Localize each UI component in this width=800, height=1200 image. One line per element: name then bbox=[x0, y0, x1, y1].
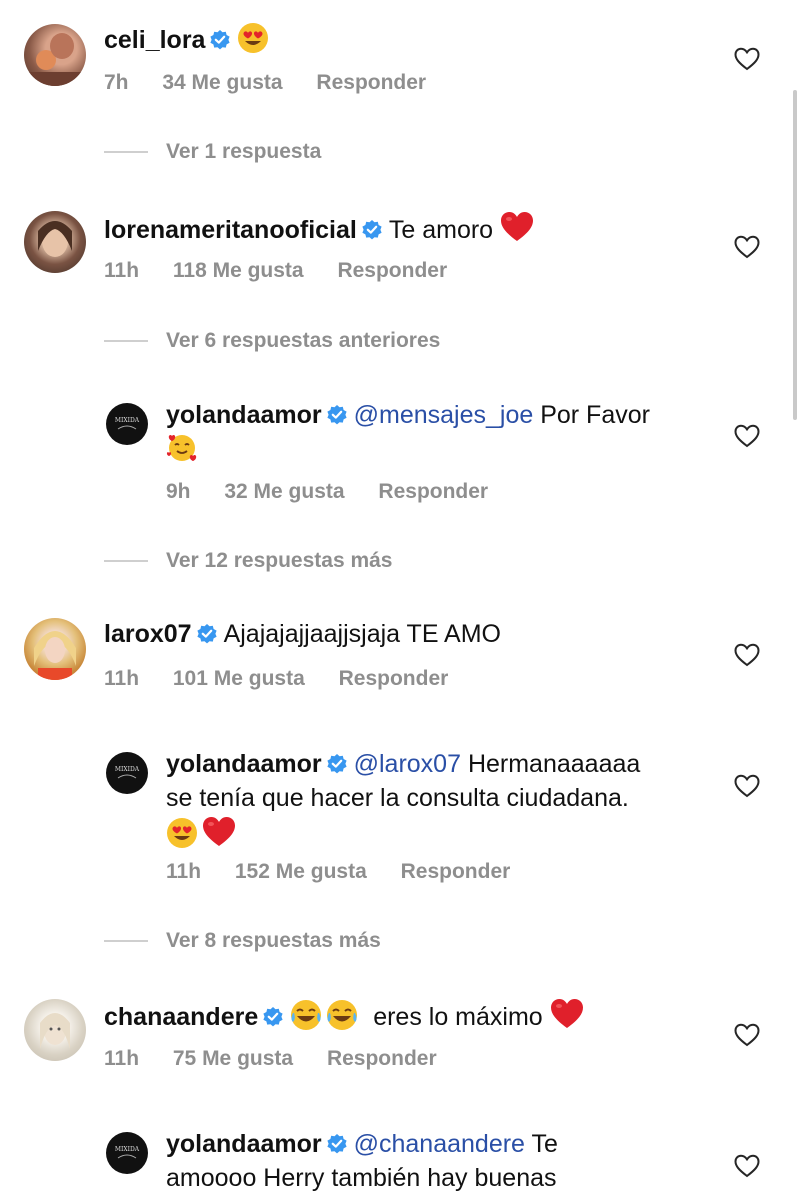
like-heart-icon[interactable] bbox=[734, 643, 760, 667]
reply-button[interactable]: Responder bbox=[378, 480, 488, 503]
reply-button[interactable]: Responder bbox=[339, 667, 449, 690]
username[interactable]: yolandaamor bbox=[166, 401, 322, 429]
view-replies-label: Ver 1 respuesta bbox=[166, 140, 322, 163]
comment-time: 11h bbox=[104, 667, 140, 690]
verified-icon bbox=[195, 623, 218, 645]
comment-text: Por Favor bbox=[540, 401, 650, 429]
like-count[interactable]: 32 Me gusta bbox=[224, 480, 344, 503]
heart-eyes-emoji-icon bbox=[167, 818, 197, 848]
reply-button[interactable]: Responder bbox=[401, 860, 511, 883]
like-heart-icon[interactable] bbox=[734, 424, 760, 448]
mention-link[interactable]: @larox07 bbox=[354, 750, 461, 778]
avatar[interactable]: MIXIDA bbox=[106, 752, 148, 794]
verified-icon bbox=[325, 404, 348, 426]
like-count[interactable]: 34 Me gusta bbox=[162, 71, 282, 94]
comment-text-line-2: amoooo Herry también hay buenas bbox=[166, 1164, 557, 1192]
divider-line bbox=[104, 151, 148, 153]
username[interactable]: yolandaamor bbox=[166, 750, 322, 778]
comment-text: Te amoro bbox=[388, 216, 494, 244]
view-replies-button[interactable]: Ver 12 respuestas más bbox=[104, 549, 393, 573]
verified-icon bbox=[325, 1133, 348, 1155]
view-replies-label: Ver 12 respuestas más bbox=[166, 549, 393, 572]
username[interactable]: larox07 bbox=[104, 620, 192, 648]
like-heart-icon[interactable] bbox=[734, 235, 760, 259]
like-heart-icon[interactable] bbox=[734, 774, 760, 798]
avatar-logo-text: MIXIDA bbox=[115, 766, 140, 773]
comment-time: 11h bbox=[104, 1047, 140, 1070]
comment-text-line-2: se tenía que hacer la consulta ciudadana… bbox=[166, 784, 629, 812]
tears-of-joy-emoji-icon bbox=[326, 999, 359, 1031]
mention-link[interactable]: @chanaandere bbox=[354, 1130, 525, 1158]
comment-text-line-1: Te bbox=[531, 1130, 558, 1158]
comment-time: 9h bbox=[166, 480, 191, 503]
divider-line bbox=[104, 560, 148, 562]
comment-time: 11h bbox=[104, 259, 140, 282]
verified-icon bbox=[361, 219, 383, 241]
like-heart-icon[interactable] bbox=[734, 47, 760, 71]
verified-icon bbox=[262, 1006, 284, 1028]
username[interactable]: lorenameritanooficial bbox=[104, 216, 357, 244]
avatar-logo-text: MIXIDA bbox=[115, 1146, 140, 1153]
scrollbar[interactable] bbox=[793, 90, 797, 420]
verified-icon bbox=[209, 29, 232, 51]
avatar[interactable] bbox=[24, 211, 86, 273]
comment-text: eres lo máximo bbox=[373, 1003, 543, 1031]
like-count[interactable]: 118 Me gusta bbox=[173, 259, 304, 282]
username[interactable]: celi_lora bbox=[104, 26, 205, 54]
smiling-face-with-hearts-emoji-icon bbox=[166, 434, 198, 462]
view-replies-label: Ver 6 respuestas anteriores bbox=[166, 329, 441, 352]
like-count[interactable]: 75 Me gusta bbox=[173, 1047, 293, 1070]
avatar[interactable] bbox=[24, 618, 86, 680]
mention-link[interactable]: @mensajes_joe bbox=[354, 401, 534, 429]
heart-eyes-emoji-icon bbox=[238, 23, 269, 53]
view-replies-button[interactable]: Ver 1 respuesta bbox=[104, 140, 321, 164]
reply-button[interactable]: Responder bbox=[316, 71, 426, 94]
like-count[interactable]: 101 Me gusta bbox=[173, 667, 305, 690]
avatar-logo-text: MIXIDA bbox=[115, 417, 140, 424]
avatar[interactable]: MIXIDA bbox=[106, 403, 148, 445]
username[interactable]: yolandaamor bbox=[166, 1130, 322, 1158]
tears-of-joy-emoji-icon bbox=[290, 999, 323, 1031]
comment-time: 11h bbox=[166, 860, 202, 883]
view-replies-button[interactable]: Ver 8 respuestas más bbox=[104, 929, 381, 953]
avatar[interactable] bbox=[24, 999, 86, 1061]
comment-time: 7h bbox=[104, 71, 129, 94]
view-replies-button[interactable]: Ver 6 respuestas anteriores bbox=[104, 329, 440, 353]
red-heart-emoji-icon bbox=[501, 212, 534, 241]
avatar[interactable] bbox=[24, 24, 86, 86]
red-heart-emoji-icon bbox=[203, 817, 235, 846]
like-heart-icon[interactable] bbox=[734, 1023, 760, 1047]
like-count[interactable]: 152 Me gusta bbox=[235, 860, 367, 883]
avatar[interactable]: MIXIDA bbox=[106, 1132, 148, 1174]
red-heart-emoji-icon bbox=[550, 999, 583, 1028]
like-heart-icon[interactable] bbox=[734, 1154, 760, 1178]
view-replies-label: Ver 8 respuestas más bbox=[166, 929, 381, 952]
divider-line bbox=[104, 940, 148, 942]
verified-icon bbox=[325, 753, 348, 775]
comment-text-line-1: Hermanaaaaaa bbox=[467, 750, 641, 778]
reply-button[interactable]: Responder bbox=[337, 259, 447, 282]
comment-text: Ajajajajjaajjsjaja TE AMO bbox=[223, 620, 502, 648]
username[interactable]: chanaandere bbox=[104, 1003, 258, 1031]
reply-button[interactable]: Responder bbox=[327, 1047, 437, 1070]
divider-line bbox=[104, 340, 148, 342]
